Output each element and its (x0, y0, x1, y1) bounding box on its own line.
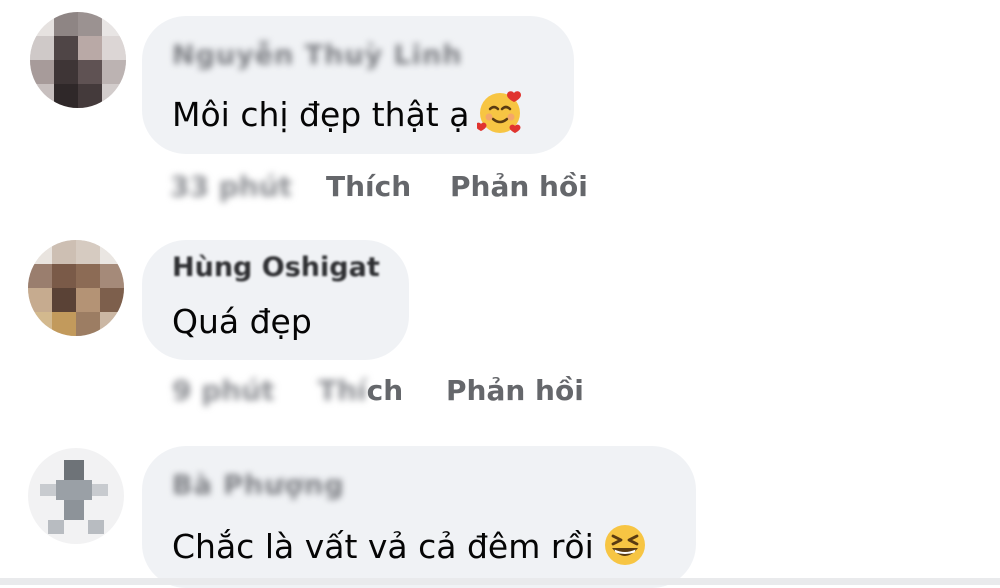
comment-bubble: Hùng Oshigat Quá đẹp (142, 240, 409, 360)
comment-actions: 9 phút Thích Phản hồi (0, 374, 1000, 410)
avatar[interactable] (28, 240, 124, 336)
comment-time[interactable]: 33 phút (170, 170, 292, 203)
like-button-obscured: Thí (318, 374, 367, 407)
like-button[interactable]: Thích (318, 374, 403, 407)
reply-button[interactable]: Phản hồi (450, 170, 588, 203)
reply-button[interactable]: Phản hồi (446, 374, 584, 407)
comment-author[interactable]: Hùng Oshigat (172, 252, 380, 283)
avatar[interactable] (28, 448, 124, 544)
comment-bubble: Nguyễn Thuỳ Linh Môi chị đẹp thật ạ (142, 16, 574, 154)
divider (0, 578, 1000, 585)
comment-actions: 33 phút Thích Phản hồi (0, 170, 1000, 206)
comment-bubble: Bà Phượng Chắc là vất vả cả đêm rồi (142, 446, 696, 588)
comment-text-content: Môi chị đẹp thật ạ (172, 95, 470, 134)
smiling-face-with-hearts-icon (475, 90, 523, 136)
comment-text: Chắc là vất vả cả đêm rồi (172, 522, 648, 568)
like-button-visible: ch (366, 374, 404, 407)
comment-author[interactable]: Bà Phượng (172, 470, 345, 501)
comment-text: Quá đẹp (172, 302, 312, 341)
comment-text-content: Chắc là vất vả cả đêm rồi (172, 527, 594, 566)
comment-author[interactable]: Nguyễn Thuỳ Linh (172, 40, 462, 71)
comment-text: Môi chị đẹp thật ạ (172, 90, 523, 136)
grinning-squinting-face-icon (602, 522, 648, 568)
like-button[interactable]: Thích (326, 170, 411, 203)
avatar[interactable] (30, 12, 126, 108)
comment-time[interactable]: 9 phút (172, 374, 275, 407)
